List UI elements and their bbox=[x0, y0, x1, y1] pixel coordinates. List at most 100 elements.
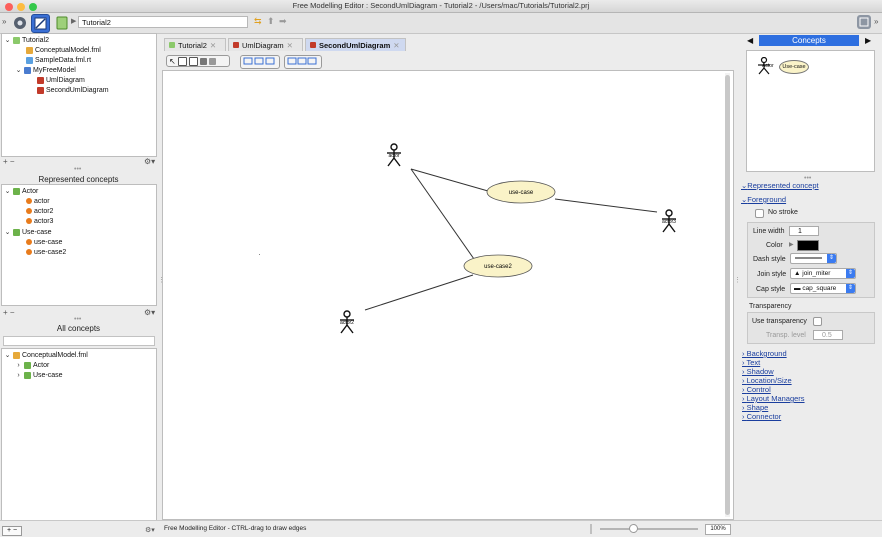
tree-group-usecase[interactable]: ⌄ Use-case bbox=[4, 227, 52, 237]
chevron-down-icon[interactable]: ⌄ bbox=[15, 66, 22, 74]
tree-item-use-case[interactable]: use-case bbox=[26, 237, 62, 247]
location-size-link[interactable]: › Location/Size bbox=[742, 376, 792, 385]
zoom-slider-thumb[interactable] bbox=[629, 524, 638, 533]
connector-actor-usecase[interactable] bbox=[410, 168, 489, 192]
gear-icon[interactable]: ⚙▾ bbox=[144, 308, 155, 317]
chevron-left-icon[interactable]: ◀ bbox=[747, 36, 753, 45]
diagram-module-button[interactable] bbox=[31, 14, 50, 33]
usecase-shape[interactable]: use-case bbox=[486, 180, 556, 204]
tab-secondumldiagram[interactable]: SecondUmlDiagram ✕ bbox=[305, 38, 406, 51]
represented-concept-link[interactable]: ⌄Represented concept bbox=[741, 181, 819, 190]
window-layout-icon bbox=[859, 17, 869, 27]
shadow-link[interactable]: › Shadow bbox=[742, 367, 774, 376]
tree-item-use-case2[interactable]: use-case2 bbox=[26, 247, 66, 257]
status-message: Free Modelling Editor - CTRL-drag to dra… bbox=[164, 525, 307, 532]
cap-style-select[interactable]: ▬ cap_square ⇕ bbox=[790, 283, 856, 294]
tree-item-sample-data[interactable]: SampleData.fml.rt bbox=[26, 55, 91, 65]
splitter-handle-icon[interactable]: ⋮ bbox=[734, 276, 741, 284]
connector-link[interactable]: › Connector bbox=[742, 412, 781, 421]
back-forward-icon[interactable]: ⇆ bbox=[254, 16, 262, 27]
transp-level-field[interactable]: 0.5 bbox=[813, 330, 843, 340]
tree-item-actor2[interactable]: actor2 bbox=[26, 206, 53, 216]
tree-group-actor[interactable]: ⌄ Actor bbox=[4, 186, 38, 196]
gear-icon[interactable]: ⚙▾ bbox=[144, 157, 155, 166]
align-tools[interactable] bbox=[240, 55, 280, 69]
chevron-down-icon[interactable]: ⌄ bbox=[4, 36, 11, 44]
add-remove-bar[interactable]: + − bbox=[3, 308, 15, 317]
vertical-scrollbar[interactable] bbox=[725, 73, 730, 517]
tree-item-actor[interactable]: actor bbox=[26, 196, 50, 206]
pointer-tool-icon[interactable]: ↖ bbox=[169, 57, 176, 66]
palette-title[interactable]: Concepts bbox=[759, 35, 859, 46]
no-stroke-checkbox[interactable] bbox=[755, 209, 764, 218]
connector-actor2-usecase2[interactable] bbox=[364, 274, 474, 311]
up-arrow-icon[interactable]: ⬆ bbox=[267, 16, 275, 27]
connector-usecase-actor3[interactable] bbox=[554, 198, 658, 213]
concept-icon bbox=[13, 228, 20, 236]
tree-item-actor-concept[interactable]: › Actor bbox=[15, 360, 49, 370]
tab-tutorial2[interactable]: Tutorial2 ✕ bbox=[164, 38, 226, 51]
chevron-double-icon[interactable]: » bbox=[2, 17, 6, 26]
close-icon[interactable]: ✕ bbox=[393, 39, 399, 52]
concept-search-input[interactable] bbox=[3, 336, 155, 346]
palette-header: ◀ Concepts ▶ bbox=[747, 35, 874, 46]
text-link[interactable]: › Text bbox=[742, 358, 760, 367]
chevron-right-icon[interactable]: › bbox=[15, 372, 22, 379]
chevron-down-icon[interactable]: ⌄ bbox=[4, 228, 11, 236]
project-field[interactable]: Tutorial2 bbox=[78, 16, 248, 28]
dash-style-select[interactable]: ⇕ bbox=[790, 253, 837, 264]
zoom-field[interactable]: 100% bbox=[705, 524, 731, 535]
join-style-select[interactable]: ▲ join_miter ⇕ bbox=[790, 268, 856, 279]
tree-item-conceptual-model[interactable]: ConceptualModel.fml bbox=[26, 45, 101, 55]
layout-managers-link[interactable]: › Layout Managers bbox=[742, 394, 805, 403]
layout-toggle-button[interactable] bbox=[857, 15, 871, 29]
scrollbar-thumb[interactable] bbox=[725, 75, 730, 515]
chevron-right-icon[interactable]: › bbox=[15, 362, 22, 369]
chevron-right-icon[interactable]: ▶ bbox=[865, 36, 871, 45]
close-icon[interactable]: ✕ bbox=[287, 39, 293, 52]
chevron-double-right-icon[interactable]: » bbox=[874, 17, 878, 26]
zoom-slider-track[interactable] bbox=[600, 528, 698, 530]
tree-item-umldiagram[interactable]: UmlDiagram bbox=[37, 75, 85, 85]
foreground-link[interactable]: ⌄Foreground bbox=[741, 195, 786, 204]
usecase2-shape[interactable]: use-case2 bbox=[463, 254, 533, 278]
shape-link[interactable]: › Shape bbox=[742, 403, 768, 412]
line-width-field[interactable]: 1 bbox=[789, 226, 819, 236]
forward-arrow-icon[interactable]: ➡ bbox=[279, 16, 287, 27]
chevron-down-icon[interactable]: ⌄ bbox=[4, 351, 11, 359]
shape-select-icon[interactable] bbox=[188, 56, 198, 66]
add-remove-bar[interactable]: + − bbox=[2, 526, 22, 536]
text-tool-icon[interactable] bbox=[208, 57, 216, 65]
gear-icon[interactable]: ⚙▾ bbox=[145, 526, 155, 534]
module-switch-button[interactable] bbox=[11, 14, 28, 31]
align-icon bbox=[243, 57, 275, 65]
actor2-figure[interactable]: actor2 bbox=[340, 310, 354, 334]
palette-item-usecase[interactable]: Use-case bbox=[779, 60, 809, 74]
background-link[interactable]: › Background bbox=[742, 349, 787, 358]
add-remove-bar[interactable]: + − bbox=[3, 157, 15, 166]
color-swatch[interactable] bbox=[797, 240, 819, 251]
diagram-canvas[interactable]: actor actor3 actor2 use-case use-case2 bbox=[162, 70, 734, 520]
drag-handle-icon[interactable]: ••• bbox=[74, 166, 81, 175]
actor-figure[interactable]: actor bbox=[387, 143, 401, 167]
new-project-button[interactable] bbox=[53, 14, 70, 31]
actor3-figure[interactable]: actor3 bbox=[662, 209, 676, 233]
tree-root[interactable]: ⌄ Tutorial2 bbox=[4, 35, 49, 45]
tree-root-conceptual-model[interactable]: ⌄ ConceptualModel.fml bbox=[4, 350, 88, 360]
tree-item-actor3[interactable]: actor3 bbox=[26, 216, 53, 226]
use-transparency-label: Use transparency bbox=[752, 318, 807, 325]
distribute-tools[interactable] bbox=[284, 55, 322, 69]
tree-item-usecase-concept[interactable]: › Use-case bbox=[15, 370, 63, 380]
selection-tools: ↖ bbox=[166, 55, 230, 67]
palette-item-actor[interactable]: Actor bbox=[756, 56, 774, 77]
chevron-down-icon[interactable]: ⌄ bbox=[4, 187, 11, 195]
control-link[interactable]: › Control bbox=[742, 385, 771, 394]
rect-select-icon[interactable] bbox=[177, 56, 187, 66]
tab-umldiagram[interactable]: UmlDiagram ✕ bbox=[228, 38, 303, 51]
use-transparency-checkbox[interactable] bbox=[813, 317, 822, 326]
tree-item-myfreemodel[interactable]: ⌄ MyFreeModel bbox=[15, 65, 76, 75]
fill-tool-icon[interactable] bbox=[199, 57, 207, 65]
close-icon[interactable]: ✕ bbox=[210, 39, 216, 52]
connector-actor-usecase2[interactable] bbox=[410, 168, 475, 260]
tree-item-secondumldiagram[interactable]: SecondUmlDiagram bbox=[37, 85, 109, 95]
